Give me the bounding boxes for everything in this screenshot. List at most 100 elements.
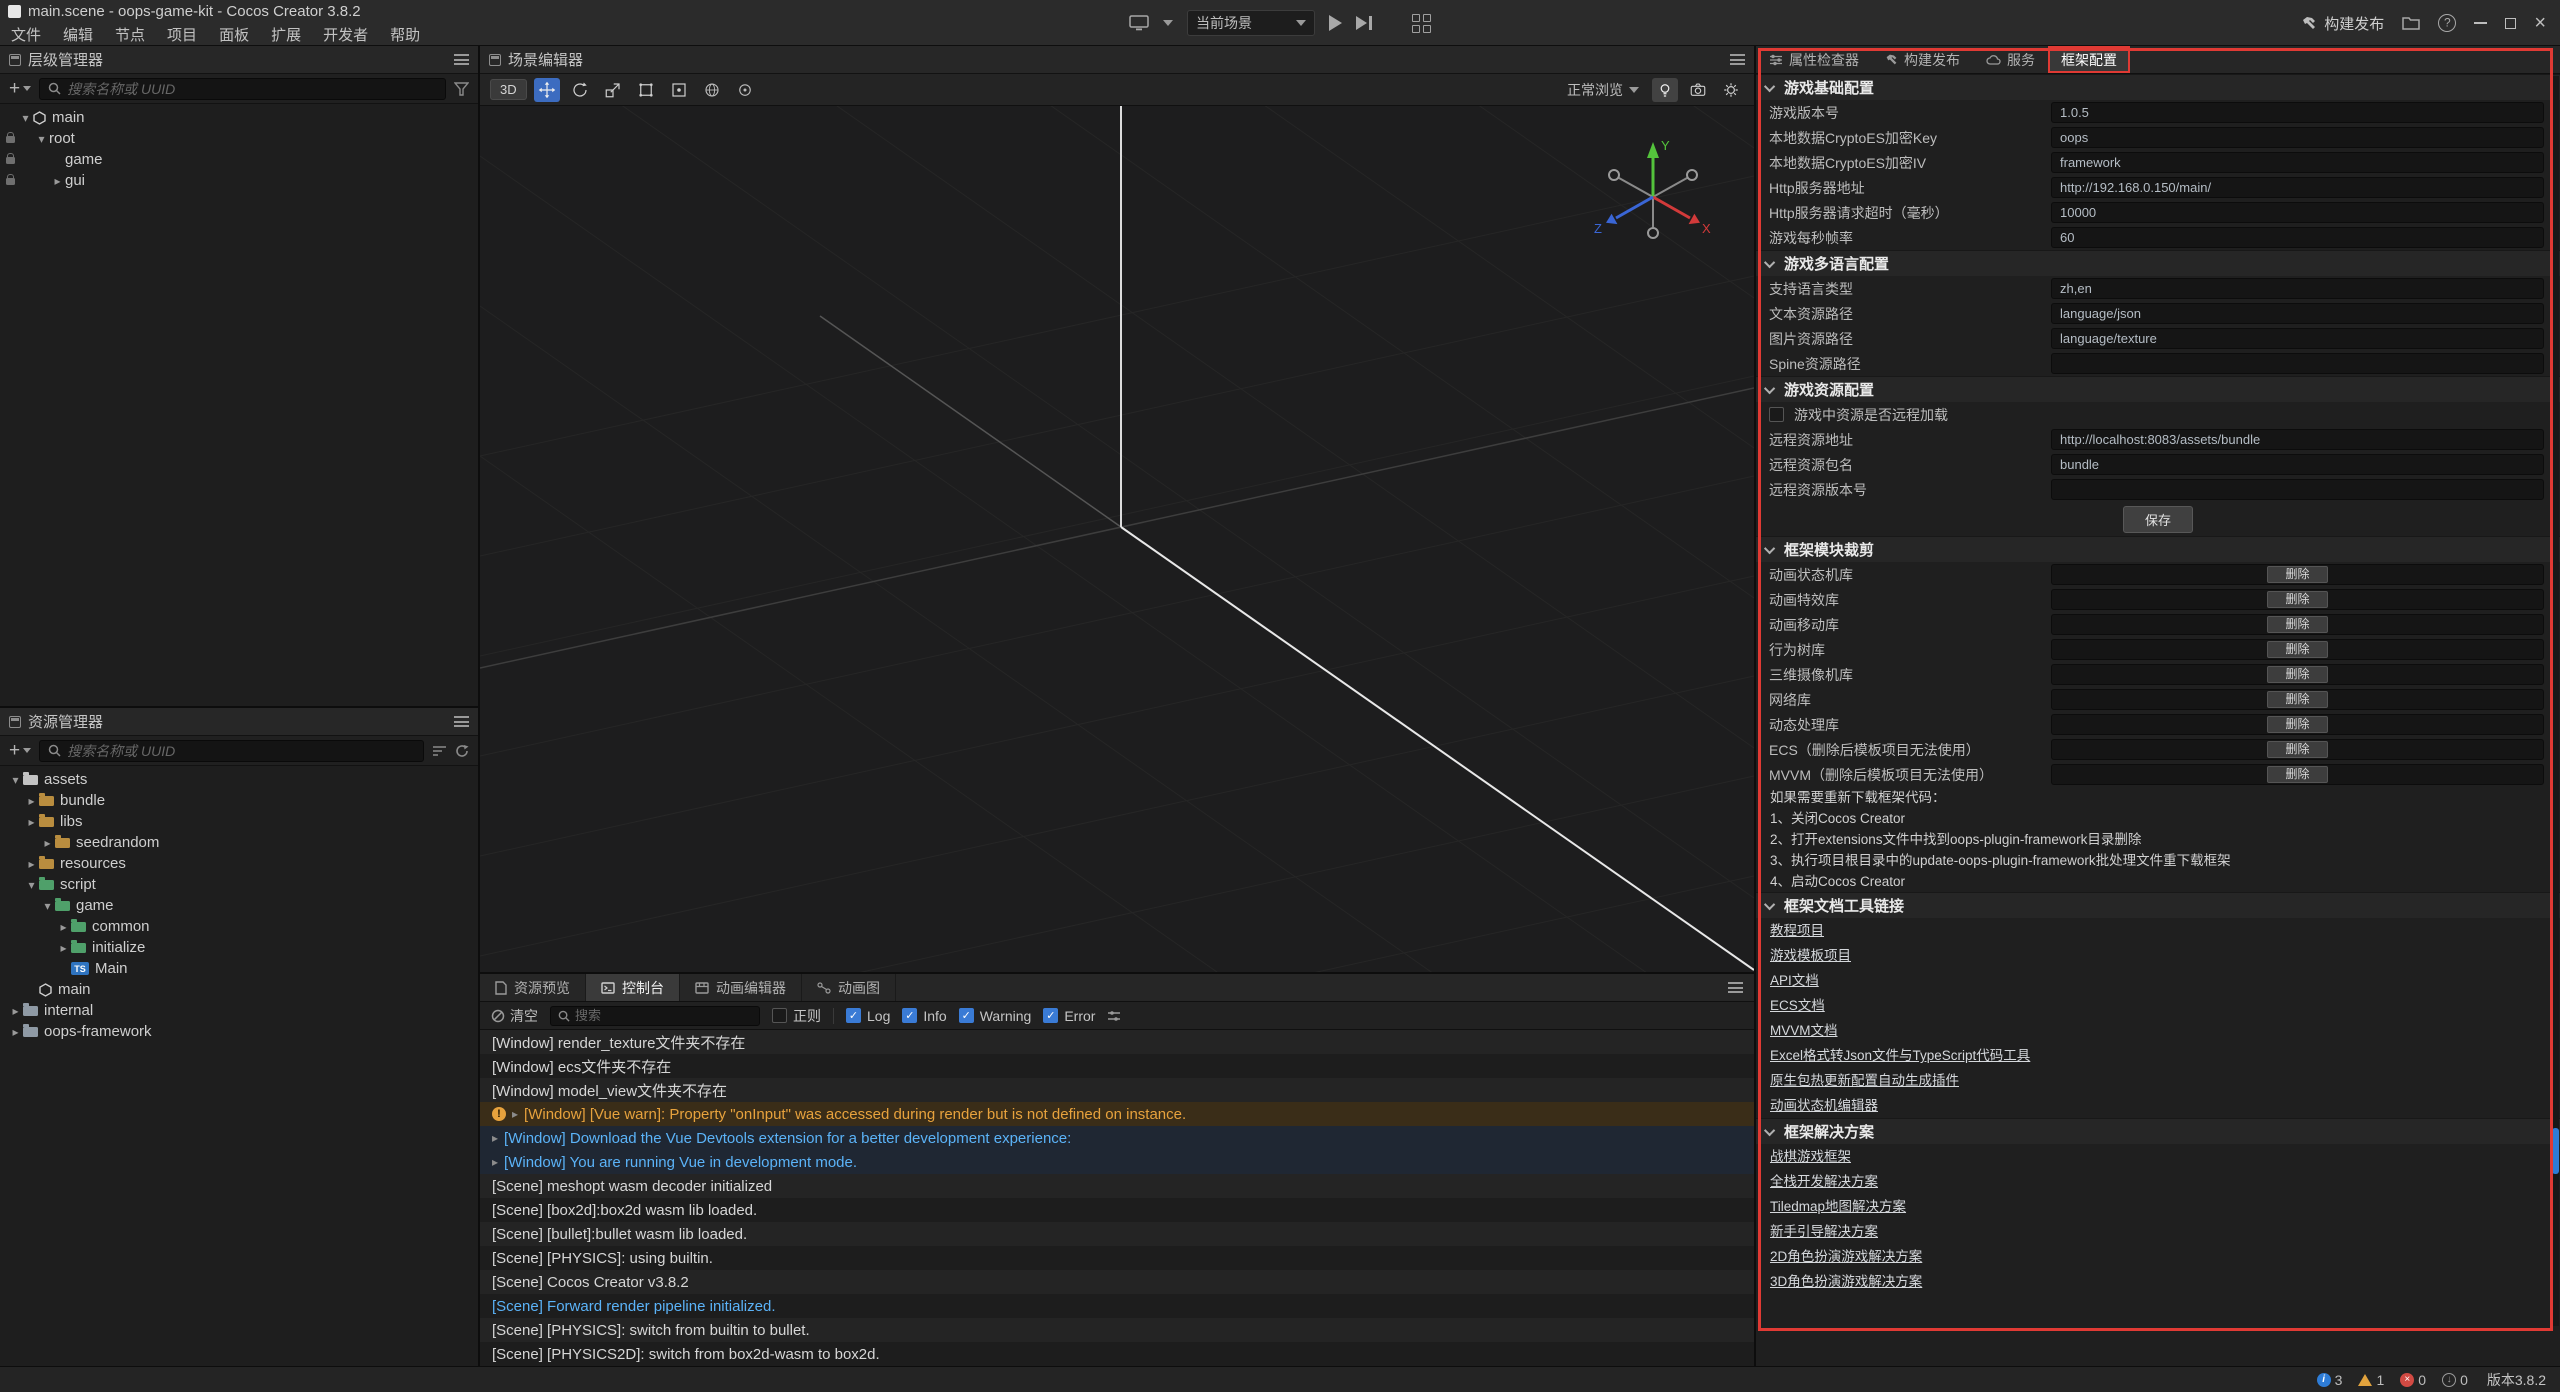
log-row-warning[interactable]: [Window] [Vue warn]: Property "onInput" … xyxy=(480,1102,1754,1126)
step-button[interactable] xyxy=(1356,16,1372,30)
axis-gizmo[interactable]: Y X Z xyxy=(1588,132,1718,262)
http-timeout-input[interactable] xyxy=(2051,202,2544,223)
section-resource[interactable]: 游戏资源配置 xyxy=(1756,376,2560,402)
console-menu-icon[interactable] xyxy=(1728,982,1743,993)
asset-node-bundle[interactable]: bundle xyxy=(0,790,478,811)
link-fullstack-solution[interactable]: 全栈开发解决方案 xyxy=(1756,1169,2560,1194)
expand-arrow-icon[interactable] xyxy=(8,1025,23,1039)
filter-info[interactable]: Info xyxy=(902,1008,946,1024)
info-checkbox[interactable] xyxy=(902,1008,917,1023)
scene-viewport[interactable]: Y X Z xyxy=(480,106,1754,972)
delete-button[interactable]: 删除 xyxy=(2267,566,2327,583)
open-project-folder-icon[interactable] xyxy=(2402,16,2420,30)
menu-developer[interactable]: 开发者 xyxy=(312,24,379,45)
link-excel-tool[interactable]: Excel格式转Json文件与TypeScript代码工具 xyxy=(1756,1043,2560,1068)
section-game-basic[interactable]: 游戏基础配置 xyxy=(1756,74,2560,100)
save-button[interactable]: 保存 xyxy=(2123,506,2193,533)
error-checkbox[interactable] xyxy=(1043,1008,1058,1023)
asset-node-game[interactable]: game xyxy=(0,895,478,916)
expand-arrow-icon[interactable] xyxy=(8,773,23,787)
filter-log[interactable]: Log xyxy=(846,1008,890,1024)
warning-checkbox[interactable] xyxy=(959,1008,974,1023)
expand-arrow-icon[interactable] xyxy=(492,1155,498,1169)
game-version-input[interactable] xyxy=(2051,102,2544,123)
log-row[interactable]: [Scene] [PHYSICS]: using builtin. xyxy=(480,1246,1754,1270)
world-space-button[interactable] xyxy=(699,78,725,102)
asset-node-seedrandom[interactable]: seedrandom xyxy=(0,832,478,853)
link-wargame-framework[interactable]: 战棋游戏框架 xyxy=(1756,1144,2560,1169)
log-row-info[interactable]: [Scene] Forward render pipeline initiali… xyxy=(480,1294,1754,1318)
asset-node-libs[interactable]: libs xyxy=(0,811,478,832)
maximize-button[interactable] xyxy=(2505,18,2516,29)
hierarchy-node-game[interactable]: game xyxy=(0,149,478,170)
log-row[interactable]: [Scene] Cocos Creator v3.8.2 xyxy=(480,1270,1754,1294)
help-icon[interactable] xyxy=(2438,14,2456,32)
expand-arrow-icon[interactable] xyxy=(56,920,71,934)
expand-arrow-icon[interactable] xyxy=(50,174,65,188)
asset-node-oops-framework[interactable]: oops-framework xyxy=(0,1021,478,1042)
asset-node-initialize[interactable]: initialize xyxy=(0,937,478,958)
console-log-list[interactable]: [Window] render_texture文件夹不存在 [Window] e… xyxy=(480,1030,1754,1366)
tab-framework-config[interactable]: 框架配置 xyxy=(2048,46,2130,73)
refresh-icon[interactable] xyxy=(455,744,469,758)
link-tiledmap-solution[interactable]: Tiledmap地图解决方案 xyxy=(1756,1194,2560,1219)
scene-camera-button[interactable] xyxy=(1685,78,1711,102)
tab-service[interactable]: 服务 xyxy=(1973,46,2048,73)
preview-target-icon[interactable] xyxy=(1129,15,1149,31)
log-row[interactable]: [Scene] [box2d]:box2d wasm lib loaded. xyxy=(480,1198,1754,1222)
lock-icon[interactable] xyxy=(6,157,15,164)
pivot-button[interactable] xyxy=(732,78,758,102)
hierarchy-menu-icon[interactable] xyxy=(454,54,469,65)
language-types-input[interactable] xyxy=(2051,278,2544,299)
remote-bundle-input[interactable] xyxy=(2051,454,2544,475)
delete-button[interactable]: 删除 xyxy=(2267,666,2327,683)
link-2d-rpg-solution[interactable]: 2D角色扮演游戏解决方案 xyxy=(1756,1244,2560,1269)
tab-console[interactable]: 控制台 xyxy=(586,974,680,1001)
asset-node-script[interactable]: script xyxy=(0,874,478,895)
asset-node-main-scene[interactable]: main xyxy=(0,979,478,1000)
scene-light-toggle[interactable] xyxy=(1652,78,1678,102)
inspector-scrollbar[interactable] xyxy=(2552,76,2559,1326)
move-tool-button[interactable] xyxy=(534,78,560,102)
assets-menu-icon[interactable] xyxy=(454,716,469,727)
expand-arrow-icon[interactable] xyxy=(24,878,39,892)
play-button[interactable] xyxy=(1329,15,1342,31)
log-row[interactable]: [Scene] [PHYSICS2D]: switch from box2d-w… xyxy=(480,1342,1754,1366)
minimize-button[interactable] xyxy=(2474,22,2487,24)
add-node-button[interactable] xyxy=(9,79,31,98)
error-counter[interactable]: 0 xyxy=(2400,1372,2426,1388)
log-row[interactable]: [Window] ecs文件夹不存在 xyxy=(480,1054,1754,1078)
text-path-input[interactable] xyxy=(2051,303,2544,324)
link-guide-solution[interactable]: 新手引导解决方案 xyxy=(1756,1219,2560,1244)
http-server-input[interactable] xyxy=(2051,177,2544,198)
remote-url-input[interactable] xyxy=(2051,429,2544,450)
asset-node-main-ts[interactable]: TS Main xyxy=(0,958,478,979)
expand-arrow-icon[interactable] xyxy=(8,1004,23,1018)
link-3d-rpg-solution[interactable]: 3D角色扮演游戏解决方案 xyxy=(1756,1269,2560,1294)
menu-project[interactable]: 项目 xyxy=(156,24,208,45)
link-mvvm-docs[interactable]: MVVM文档 xyxy=(1756,1018,2560,1043)
link-ecs-docs[interactable]: ECS文档 xyxy=(1756,993,2560,1018)
link-animator-editor[interactable]: 动画状态机编辑器 xyxy=(1756,1093,2560,1118)
view-mode-select[interactable]: 正常浏览 xyxy=(1567,80,1639,100)
frame-rate-input[interactable] xyxy=(2051,227,2544,248)
crypto-iv-input[interactable] xyxy=(2051,152,2544,173)
section-solutions[interactable]: 框架解决方案 xyxy=(1756,1118,2560,1144)
delete-button[interactable]: 删除 xyxy=(2267,641,2327,658)
expand-arrow-icon[interactable] xyxy=(24,794,39,808)
console-settings-icon[interactable] xyxy=(1107,1010,1121,1022)
regex-toggle[interactable]: 正则 xyxy=(772,1006,821,1026)
link-tutorial-project[interactable]: 教程项目 xyxy=(1756,918,2560,943)
hierarchy-node-gui[interactable]: gui xyxy=(0,170,478,191)
log-row[interactable]: [Window] render_texture文件夹不存在 xyxy=(480,1030,1754,1054)
filter-error[interactable]: Error xyxy=(1043,1008,1095,1024)
menu-extension[interactable]: 扩展 xyxy=(260,24,312,45)
expand-arrow-icon[interactable] xyxy=(24,857,39,871)
hierarchy-node-main[interactable]: main xyxy=(0,107,478,128)
console-clear-button[interactable]: 清空 xyxy=(491,1006,538,1026)
build-publish-button[interactable]: 构建发布 xyxy=(2301,13,2384,34)
download-counter[interactable]: 0 xyxy=(2442,1372,2468,1388)
menu-file[interactable]: 文件 xyxy=(0,24,52,45)
log-checkbox[interactable] xyxy=(846,1008,861,1023)
section-modules[interactable]: 框架模块裁剪 xyxy=(1756,536,2560,562)
